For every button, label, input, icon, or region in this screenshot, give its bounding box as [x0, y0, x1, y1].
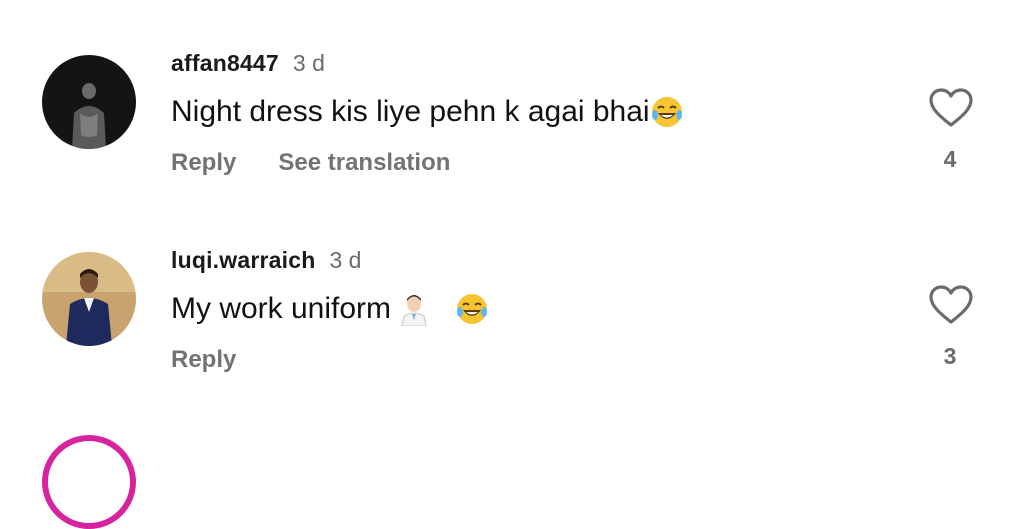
face-with-tears-of-joy-icon: [455, 292, 489, 326]
like-button[interactable]: [928, 88, 974, 128]
comment-text: My work uniform: [171, 292, 489, 326]
username[interactable]: luqi.warraich: [171, 247, 315, 274]
avatar[interactable]: [42, 55, 136, 149]
username[interactable]: affan8447: [171, 50, 279, 77]
heart-icon: [929, 285, 973, 324]
like-count: 3: [943, 343, 957, 369]
man-health-worker-icon: [397, 292, 431, 326]
comment-actions: Reply: [171, 346, 236, 374]
comment-text: Night dress kis liye pehn k agai bhai: [171, 95, 684, 129]
see-translation-button[interactable]: See translation: [278, 149, 450, 177]
comment-text-content: My work uniform: [171, 292, 392, 325]
comment-meta: affan8447 3 d: [171, 50, 325, 77]
avatar[interactable]: [42, 252, 136, 346]
like-count: 4: [943, 146, 957, 172]
face-with-tears-of-joy-icon: [650, 95, 684, 129]
reply-button[interactable]: Reply: [171, 346, 236, 374]
comment-text-content: Night dress kis liye pehn k agai bhai: [171, 95, 650, 128]
like-button[interactable]: [928, 285, 974, 325]
timestamp: 3 d: [329, 247, 362, 273]
avatar-story-ring[interactable]: [42, 435, 136, 529]
timestamp: 3 d: [292, 50, 325, 76]
comment-actions: Reply See translation: [171, 149, 450, 177]
comment-meta: luqi.warraich 3 d: [171, 247, 361, 274]
heart-icon: [929, 88, 973, 127]
reply-button[interactable]: Reply: [171, 149, 236, 177]
